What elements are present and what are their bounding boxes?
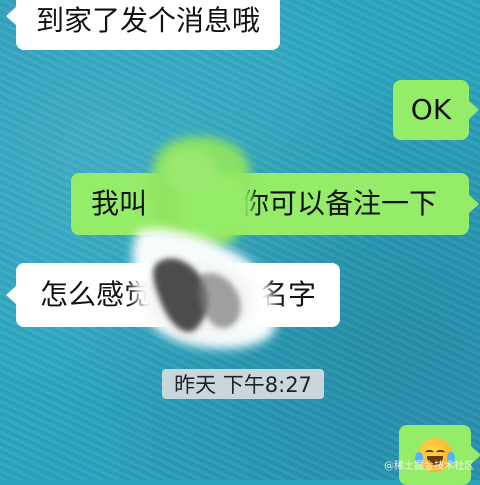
outgoing-message-bubble[interactable]: OK [393,80,469,140]
incoming-message-bubble[interactable]: 怎么感觉 名字 [16,263,340,327]
message-text-before: 怎么感觉 [40,278,153,311]
outgoing-message-bubble[interactable]: 我叫 你可以备注一下 [71,173,469,235]
chat-background [0,0,480,480]
message-text-before: 我叫 [91,187,148,220]
message-text: 到家了发个消息哦 [36,4,261,37]
outgoing-emoji-bubble[interactable] [399,425,471,485]
message-text-after: 你可以备注一下 [241,187,438,220]
message-text-after: 名字 [259,278,316,311]
incoming-message-bubble[interactable]: 到家了发个消息哦 [16,0,281,50]
message-timestamp: 昨天 下午8:27 [162,369,324,399]
watermark-text: @稀土掘金技术社区 [384,461,474,472]
message-text: OK [410,93,452,126]
